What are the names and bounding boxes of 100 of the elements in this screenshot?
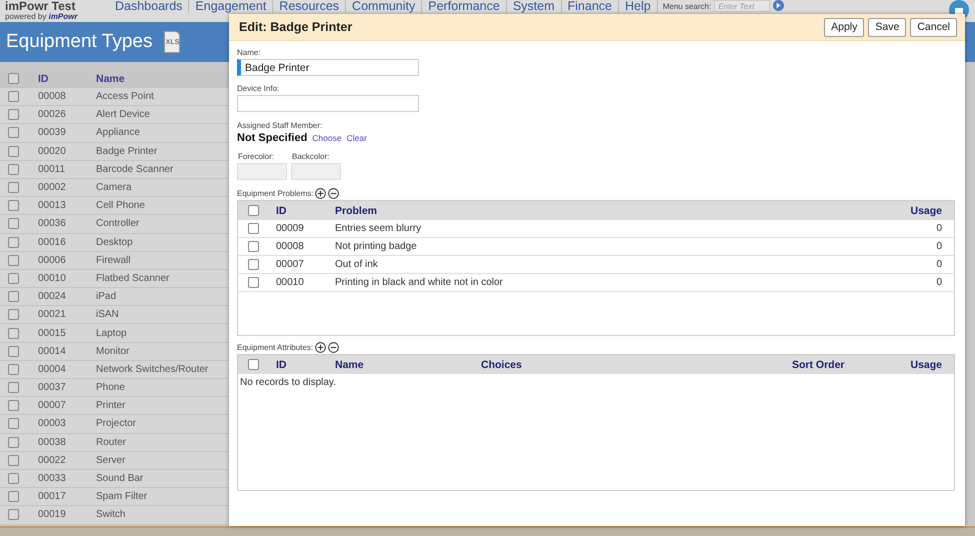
add-icon[interactable] bbox=[315, 342, 326, 353]
table-cell-text: 00033 bbox=[38, 473, 67, 484]
checkbox[interactable] bbox=[8, 346, 19, 357]
field-label: Backcolor: bbox=[291, 152, 330, 161]
backcolor-field[interactable] bbox=[291, 163, 341, 180]
table-cell-text: Projector bbox=[96, 418, 138, 430]
table-cell-text: iSAN bbox=[96, 309, 120, 320]
dialog-button[interactable]: Apply bbox=[824, 18, 864, 36]
checkbox[interactable] bbox=[248, 223, 259, 234]
table-cell-text: 00037 bbox=[38, 382, 67, 394]
checkbox[interactable] bbox=[8, 382, 19, 394]
remove-icon[interactable] bbox=[328, 342, 340, 353]
menu-item[interactable]: Performance bbox=[422, 0, 507, 13]
table-cell-text: 00008 bbox=[38, 91, 67, 102]
section-label: Equipment Problems: bbox=[237, 189, 314, 198]
column-header[interactable]: ID bbox=[276, 358, 335, 370]
table-cell-text: Out of ink bbox=[335, 259, 379, 270]
app-tagline: powered by imPowr bbox=[5, 12, 79, 21]
go-icon[interactable] bbox=[773, 0, 784, 11]
checkbox[interactable] bbox=[8, 73, 19, 84]
column-header[interactable]: Name bbox=[335, 358, 481, 370]
dialog-button[interactable]: Save bbox=[868, 18, 906, 36]
checkbox[interactable] bbox=[8, 454, 19, 466]
table-cell-text: Appliance bbox=[96, 127, 141, 138]
staff-link[interactable]: Clear bbox=[346, 133, 367, 143]
name-field[interactable]: Badge Printer bbox=[237, 59, 419, 76]
checkbox[interactable] bbox=[8, 272, 19, 284]
column-header[interactable]: Choices bbox=[481, 358, 792, 370]
table-cell-text: 00007 bbox=[276, 259, 305, 270]
checkbox[interactable] bbox=[8, 328, 19, 339]
checkbox[interactable] bbox=[248, 259, 259, 270]
table-cell-text: 00036 bbox=[38, 218, 67, 230]
table-cell-text: 00011 bbox=[38, 164, 66, 175]
table-cell-text: 00024 bbox=[38, 291, 67, 302]
checkbox[interactable] bbox=[8, 400, 19, 412]
table-cell-text: 00009 bbox=[276, 223, 305, 234]
remove-icon[interactable] bbox=[328, 188, 340, 199]
staff-link[interactable]: Choose bbox=[312, 133, 342, 143]
dialog-button[interactable]: Cancel bbox=[910, 18, 957, 36]
menu-item[interactable]: System bbox=[506, 0, 562, 13]
checkbox[interactable] bbox=[8, 164, 19, 175]
column-header[interactable]: Name bbox=[96, 72, 230, 84]
field-label: Device Info: bbox=[237, 84, 280, 93]
table-cell-text: 00019 bbox=[38, 509, 67, 520]
checkbox[interactable] bbox=[8, 218, 19, 230]
checkbox[interactable] bbox=[248, 241, 259, 252]
table-cell-text: Entries seem blurry bbox=[335, 223, 422, 234]
table-cell-text: Access Point bbox=[96, 91, 155, 102]
page-title: Equipment Types bbox=[6, 31, 152, 53]
checkbox[interactable] bbox=[8, 254, 19, 266]
column-header[interactable]: ID bbox=[276, 204, 335, 216]
table-cell-text: 00017 bbox=[38, 491, 67, 502]
checkbox[interactable] bbox=[8, 309, 19, 320]
checkbox[interactable] bbox=[248, 205, 259, 216]
column-header[interactable]: Problem bbox=[335, 204, 882, 216]
menu-item[interactable]: Finance bbox=[562, 0, 619, 13]
checkbox[interactable] bbox=[8, 91, 19, 102]
checkbox[interactable] bbox=[8, 291, 19, 302]
table-cell-text: Server bbox=[96, 454, 126, 466]
table-cell-text: 00010 bbox=[38, 272, 67, 284]
menu-item[interactable]: Engagement bbox=[189, 0, 274, 13]
checkbox[interactable] bbox=[8, 182, 19, 194]
checkbox[interactable] bbox=[8, 473, 19, 484]
table-cell-text: Flatbed Scanner bbox=[96, 272, 170, 284]
checkbox[interactable] bbox=[8, 200, 19, 212]
table-cell-text: 0 bbox=[935, 277, 942, 288]
checkbox[interactable] bbox=[248, 359, 259, 370]
menu-item[interactable]: Community bbox=[346, 0, 422, 13]
device-info-field[interactable] bbox=[237, 95, 419, 112]
checkbox[interactable] bbox=[248, 277, 259, 288]
table-cell-text: 0 bbox=[935, 259, 942, 270]
checkbox[interactable] bbox=[8, 436, 19, 448]
column-header[interactable]: Sort Order bbox=[792, 358, 882, 370]
table-cell-text: 00002 bbox=[38, 182, 67, 194]
table-cell-text: Phone bbox=[96, 382, 126, 394]
menu-item[interactable]: Help bbox=[619, 0, 658, 13]
menu-search-field[interactable]: Enter Text bbox=[714, 0, 770, 12]
checkbox[interactable] bbox=[8, 127, 19, 138]
column-header[interactable]: Usage bbox=[882, 358, 942, 370]
table-cell-text: Camera bbox=[96, 182, 133, 194]
checkbox[interactable] bbox=[8, 236, 19, 248]
menu-item[interactable]: Dashboards bbox=[109, 0, 190, 13]
column-header[interactable]: Usage bbox=[882, 204, 942, 216]
checkbox[interactable] bbox=[8, 146, 19, 157]
menu-item[interactable]: Resources bbox=[273, 0, 346, 13]
table-cell-text: 00038 bbox=[38, 436, 67, 448]
checkbox[interactable] bbox=[8, 418, 19, 430]
field-label: Name: bbox=[237, 48, 262, 57]
checkbox[interactable] bbox=[8, 364, 19, 375]
checkbox[interactable] bbox=[8, 491, 19, 502]
field-label: Forecolor: bbox=[237, 152, 276, 161]
menu-search-label: Menu search: bbox=[662, 1, 712, 13]
forecolor-field[interactable] bbox=[237, 163, 287, 180]
table-cell-text: 00015 bbox=[38, 328, 67, 339]
add-icon[interactable] bbox=[315, 188, 326, 199]
checkbox[interactable] bbox=[8, 109, 19, 120]
checkbox[interactable] bbox=[8, 509, 19, 520]
table-cell-text: Desktop bbox=[96, 236, 134, 248]
table-cell-text: 00014 bbox=[38, 346, 67, 357]
column-header[interactable]: ID bbox=[38, 72, 96, 84]
